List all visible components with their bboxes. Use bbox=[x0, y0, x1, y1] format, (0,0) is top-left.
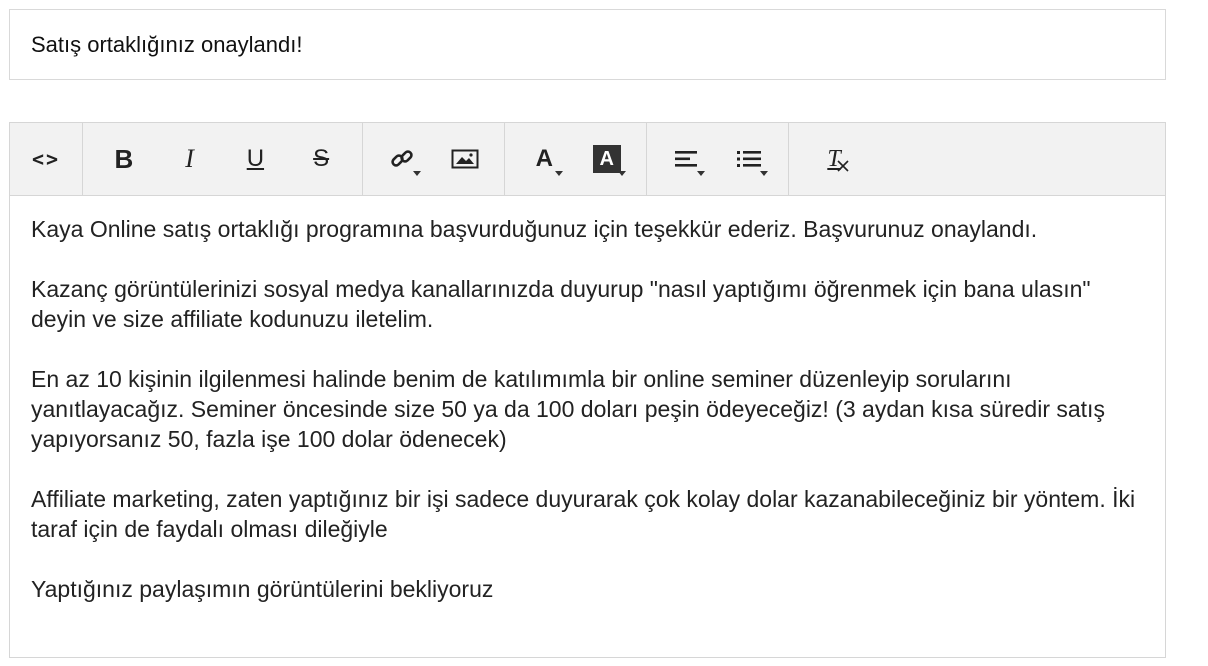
body-paragraph: Affiliate marketing, zaten yaptığınız bi… bbox=[31, 486, 1136, 542]
editor-content[interactable]: Kaya Online satış ortaklığı programına b… bbox=[10, 196, 1165, 604]
toolbar-group-format: B I U S bbox=[83, 123, 363, 195]
toolbar-group-color: A A bbox=[505, 123, 647, 195]
link-icon bbox=[391, 150, 413, 167]
body-paragraph: Yaptığınız paylaşımın görüntülerini bekl… bbox=[31, 576, 494, 602]
bulleted-list-icon bbox=[736, 151, 761, 167]
align-button[interactable] bbox=[665, 138, 707, 180]
highlight-color-icon: A bbox=[592, 145, 621, 173]
toolbar-group-insert bbox=[363, 123, 505, 195]
toolbar-group-source: <> bbox=[10, 123, 83, 195]
body-paragraph: Kaya Online satış ortaklığı programına b… bbox=[31, 216, 1038, 242]
italic-icon: I bbox=[185, 144, 194, 173]
list-button[interactable] bbox=[728, 138, 770, 180]
code-icon: <> bbox=[31, 147, 61, 171]
clear-format-button[interactable]: T bbox=[813, 138, 855, 180]
chevron-down-icon bbox=[759, 171, 768, 176]
body-paragraph: En az 10 kişinin ilgilenmesi halinde ben… bbox=[31, 366, 1105, 452]
close-icon bbox=[837, 160, 849, 172]
insert-image-button[interactable] bbox=[444, 138, 486, 180]
align-left-icon bbox=[675, 151, 698, 167]
font-color-icon: A bbox=[535, 145, 553, 172]
strikethrough-button[interactable]: S bbox=[300, 138, 342, 180]
underline-icon: U bbox=[246, 145, 265, 172]
body-paragraph: Kazanç görüntülerinizi sosyal medya kana… bbox=[31, 276, 1091, 332]
chevron-down-icon bbox=[413, 171, 422, 176]
italic-button[interactable]: I bbox=[169, 138, 211, 180]
rich-text-editor: <> B I U S A A T Kaya Online satış ortak… bbox=[9, 122, 1166, 658]
bold-button[interactable]: B bbox=[103, 138, 145, 180]
strikethrough-icon: S bbox=[313, 145, 330, 172]
image-icon bbox=[451, 149, 479, 169]
insert-link-button[interactable] bbox=[381, 138, 423, 180]
source-code-button[interactable]: <> bbox=[25, 138, 67, 180]
underline-button[interactable]: U bbox=[234, 138, 276, 180]
chevron-down-icon bbox=[617, 171, 626, 176]
editor-toolbar: <> B I U S A A T bbox=[10, 123, 1165, 196]
chevron-down-icon bbox=[555, 171, 564, 176]
font-color-button[interactable]: A bbox=[523, 138, 565, 180]
toolbar-group-clear: T bbox=[789, 123, 879, 195]
subject-input[interactable] bbox=[9, 9, 1166, 80]
bold-icon: B bbox=[114, 143, 134, 174]
chevron-down-icon bbox=[697, 171, 706, 176]
background-color-button[interactable]: A bbox=[586, 138, 628, 180]
toolbar-group-paragraph bbox=[647, 123, 789, 195]
